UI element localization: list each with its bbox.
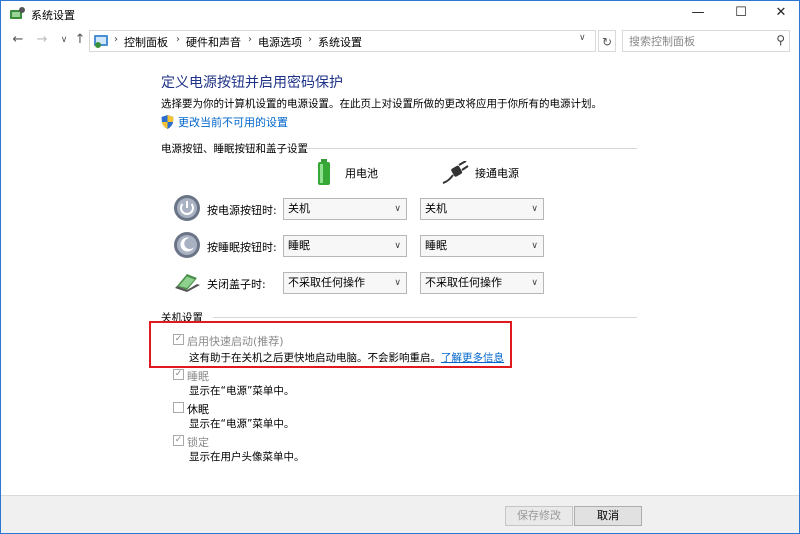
breadcrumb-hardware-sound[interactable]: 硬件和声音 xyxy=(186,34,241,50)
sleep-button-row-label: 按睡眠按钮时: xyxy=(207,241,277,254)
footer-bar: 保存修改 取消 xyxy=(1,495,799,533)
save-changes-button[interactable]: 保存修改 xyxy=(505,506,573,526)
navigation-bar: ← → ∨ ↑ › 控制面板 › 硬件和声音 › 电源选项 › 系统设置 ∨ ↻… xyxy=(1,27,799,55)
power-options-app-icon xyxy=(10,7,25,19)
search-icon[interactable]: ⚲ xyxy=(776,33,785,47)
breadcrumb-separator: › xyxy=(248,34,252,45)
back-button[interactable]: ← xyxy=(9,31,27,49)
battery-column-header: 用电池 xyxy=(345,167,378,180)
refresh-button[interactable]: ↻ xyxy=(598,30,616,52)
breadcrumb-separator: › xyxy=(114,34,118,45)
address-bar[interactable]: › 控制面板 › 硬件和声音 › 电源选项 › 系统设置 ∨ xyxy=(89,30,596,52)
section-divider xyxy=(213,317,637,318)
maximize-button[interactable]: ☐ xyxy=(724,1,758,25)
up-button[interactable]: ↑ xyxy=(71,31,89,49)
change-unavailable-settings-label[interactable]: 更改当前不可用的设置 xyxy=(178,116,288,129)
search-box[interactable]: ⚲ xyxy=(622,30,790,52)
breadcrumb-separator: › xyxy=(176,34,180,45)
power-buttons-section-title: 电源按钮、睡眠按钮和盖子设置 xyxy=(161,143,308,155)
power-button-battery-select[interactable]: 关机 ∨ xyxy=(283,198,407,220)
select-value: 不采取任何操作 xyxy=(288,276,365,289)
sleep-button-plugged-select[interactable]: 睡眠 ∨ xyxy=(420,235,544,257)
change-unavailable-settings-link[interactable]: 更改当前不可用的设置 xyxy=(161,114,288,130)
select-value: 睡眠 xyxy=(288,239,310,252)
select-value: 关机 xyxy=(288,202,310,215)
lid-close-battery-select[interactable]: 不采取任何操作 ∨ xyxy=(283,272,407,294)
chevron-down-icon: ∨ xyxy=(394,278,401,288)
breadcrumb-separator: › xyxy=(308,34,312,45)
address-dropdown-icon[interactable]: ∨ xyxy=(579,33,586,43)
power-plug-icon xyxy=(442,161,469,184)
sleep-button-battery-select[interactable]: 睡眠 ∨ xyxy=(283,235,407,257)
close-button[interactable]: ✕ xyxy=(764,1,798,25)
lock-checkbox[interactable]: ✓ xyxy=(173,435,184,446)
sleep-label: 睡眠 xyxy=(187,370,209,383)
search-input[interactable] xyxy=(623,31,763,51)
control-panel-icon xyxy=(94,35,108,48)
lock-label: 锁定 xyxy=(187,436,209,449)
breadcrumb-system-settings[interactable]: 系统设置 xyxy=(318,34,362,50)
page-description: 选择要为你的计算机设置的电源设置。在此页上对设置所做的更改将应用于你所有的电源计… xyxy=(161,98,602,110)
forward-button[interactable]: → xyxy=(33,31,51,49)
breadcrumb-control-panel[interactable]: 控制面板 xyxy=(124,34,168,50)
hibernate-label: 休眠 xyxy=(187,403,209,416)
window-title: 系统设置 xyxy=(31,9,75,22)
chevron-down-icon: ∨ xyxy=(394,204,401,214)
system-settings-window: 系统设置 — ☐ ✕ ← → ∨ ↑ › 控制面板 › 硬件和声音 › 电源选项… xyxy=(0,0,800,534)
select-value: 睡眠 xyxy=(425,239,447,252)
breadcrumb-power-options[interactable]: 电源选项 xyxy=(258,34,302,50)
section-divider xyxy=(303,148,637,149)
minimize-button[interactable]: — xyxy=(681,1,715,25)
chevron-down-icon: ∨ xyxy=(531,241,538,251)
sleep-button-icon xyxy=(174,232,200,258)
lock-description: 显示在用户头像菜单中。 xyxy=(189,451,305,463)
main-content: 定义电源按钮并启用密码保护 选择要为你的计算机设置的电源设置。在此页上对设置所做… xyxy=(1,55,799,495)
power-button-row-label: 按电源按钮时: xyxy=(207,204,277,217)
laptop-lid-icon xyxy=(175,274,200,292)
chevron-down-icon: ∨ xyxy=(394,241,401,251)
uac-shield-icon xyxy=(161,115,174,129)
lid-close-plugged-select[interactable]: 不采取任何操作 ∨ xyxy=(420,272,544,294)
power-button-plugged-select[interactable]: 关机 ∨ xyxy=(420,198,544,220)
battery-icon xyxy=(318,159,330,185)
cancel-button[interactable]: 取消 xyxy=(574,506,642,526)
page-title: 定义电源按钮并启用密码保护 xyxy=(161,75,343,91)
chevron-down-icon: ∨ xyxy=(531,204,538,214)
fast-startup-highlight-box xyxy=(149,321,512,368)
sleep-checkbox[interactable]: ✓ xyxy=(173,369,184,380)
select-value: 关机 xyxy=(425,202,447,215)
plugged-in-column-header: 接通电源 xyxy=(475,167,519,180)
power-button-icon xyxy=(174,195,200,221)
select-value: 不采取任何操作 xyxy=(425,276,502,289)
lid-close-row-label: 关闭盖子时: xyxy=(207,278,266,291)
chevron-down-icon: ∨ xyxy=(531,278,538,288)
title-bar[interactable]: 系统设置 — ☐ ✕ xyxy=(1,1,799,27)
sleep-description: 显示在“电源”菜单中。 xyxy=(189,385,295,397)
hibernate-checkbox[interactable] xyxy=(173,402,184,413)
hibernate-description: 显示在“电源”菜单中。 xyxy=(189,418,295,430)
